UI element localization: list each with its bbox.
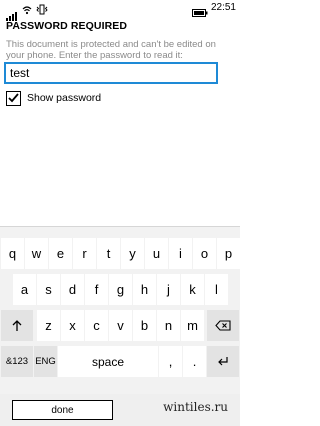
battery-icon [192,4,208,22]
key-g[interactable]: g [109,274,132,305]
comma-key[interactable]: , [159,346,182,377]
signal-bars-icon [6,3,18,21]
watermark: wintiles.ru [163,400,228,414]
enter-icon [218,357,228,366]
key-n[interactable]: n [157,310,180,341]
show-password-checkbox[interactable] [6,90,21,106]
shift-key[interactable] [1,310,33,341]
key-q[interactable]: q [1,238,24,269]
key-k[interactable]: k [181,274,204,305]
status-bar: 22:51 [0,0,240,21]
wifi-icon [22,2,32,20]
keyboard-row-2: asdfghjkl [0,274,240,306]
period-key[interactable]: . [183,346,206,377]
space-key[interactable]: space [58,346,158,377]
checkmark-icon [8,93,19,103]
app-bar: done wintiles.ru [0,394,240,426]
key-v[interactable]: v [109,310,132,341]
key-s[interactable]: s [37,274,60,305]
show-password-label: Show password [27,92,102,104]
key-w[interactable]: w [25,238,48,269]
backspace-icon [215,320,231,331]
show-password-toggle[interactable]: Show password [6,90,101,106]
key-m[interactable]: m [181,310,204,341]
backspace-key[interactable] [207,310,239,341]
key-h[interactable]: h [133,274,156,305]
key-z[interactable]: z [37,310,60,341]
key-u[interactable]: u [145,238,168,269]
vibrate-icon [36,2,48,20]
key-x[interactable]: x [61,310,84,341]
numbers-key[interactable]: &123 [1,346,33,377]
key-c[interactable]: c [85,310,108,341]
key-t[interactable]: t [97,238,120,269]
password-input[interactable] [4,62,218,84]
keyboard-row-1: qwertyuiop [0,238,240,270]
keyboard-row-4: &123 ENG space , . [0,346,240,378]
enter-key[interactable] [207,346,239,377]
key-l[interactable]: l [205,274,228,305]
status-time: 22:51 [210,2,236,13]
key-a[interactable]: a [13,274,36,305]
key-b[interactable]: b [133,310,156,341]
key-y[interactable]: y [121,238,144,269]
language-key[interactable]: ENG [34,346,57,377]
key-i[interactable]: i [169,238,192,269]
key-f[interactable]: f [85,274,108,305]
key-r[interactable]: r [73,238,96,269]
key-o[interactable]: o [193,238,216,269]
key-p[interactable]: p [217,238,240,269]
password-description: This document is protected and can't be … [6,39,216,61]
page-title: PASSWORD REQUIRED [6,20,128,32]
key-d[interactable]: d [61,274,84,305]
shift-arrow-icon [12,319,22,331]
key-e[interactable]: e [49,238,72,269]
key-j[interactable]: j [157,274,180,305]
keyboard-row-3: zxcvbnm [0,310,240,342]
done-button[interactable]: done [12,400,113,420]
